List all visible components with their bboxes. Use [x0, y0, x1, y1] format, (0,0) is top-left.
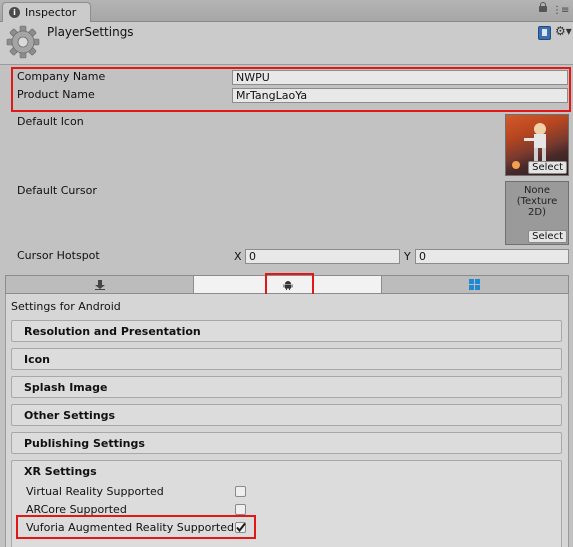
tab-inspector[interactable]: i Inspector — [2, 2, 91, 22]
section-splash[interactable]: Splash Image — [11, 376, 562, 398]
info-icon: i — [9, 7, 20, 18]
section-publishing-title: Publishing Settings — [24, 437, 145, 450]
company-name-label: Company Name — [17, 70, 106, 83]
default-icon-select-button[interactable]: Select — [528, 161, 567, 174]
window-tab-strip: i Inspector ⋮≡ — [0, 0, 573, 22]
tab-windows[interactable] — [382, 276, 568, 293]
hotspot-y-field[interactable]: 0 — [415, 249, 569, 264]
section-xr-title[interactable]: XR Settings — [24, 465, 97, 478]
tab-standalone[interactable] — [6, 276, 194, 293]
company-name-field[interactable]: NWPU — [232, 70, 568, 85]
section-other-title: Other Settings — [24, 409, 116, 422]
xr-option-vr-label: Virtual Reality Supported — [26, 485, 164, 498]
hotspot-y-label: Y — [404, 250, 411, 263]
xr-option-vr-checkbox[interactable] — [235, 486, 246, 497]
settings-panel: Settings for Android Resolution and Pres… — [5, 294, 569, 547]
cursor-hotspot-label: Cursor Hotspot — [17, 249, 100, 262]
default-icon-thumbnail[interactable]: Select — [505, 114, 569, 176]
inspector-header: PlayerSettings ⚙▾ — [0, 22, 573, 65]
windows-icon — [469, 279, 480, 290]
highlight-vuforia — [16, 515, 256, 539]
section-resolution[interactable]: Resolution and Presentation — [11, 320, 562, 342]
help-book-icon[interactable] — [538, 26, 551, 40]
product-name-field[interactable]: MrTangLaoYa — [232, 88, 568, 103]
tab-menu-icon[interactable]: ⋮≡ — [552, 5, 569, 16]
default-cursor-select-button[interactable]: Select — [528, 230, 567, 243]
cursor-none-text: None (Texture 2D) — [516, 185, 558, 218]
lock-icon[interactable] — [539, 2, 547, 12]
product-name-label: Product Name — [17, 88, 95, 101]
default-icon-label: Default Icon — [17, 115, 84, 128]
section-icon-title: Icon — [24, 353, 51, 366]
default-cursor-label: Default Cursor — [17, 184, 97, 197]
tab-inspector-label: Inspector — [25, 6, 77, 19]
section-other[interactable]: Other Settings — [11, 404, 562, 426]
section-publishing[interactable]: Publishing Settings — [11, 432, 562, 454]
default-cursor-thumbnail[interactable]: None (Texture 2D) Select — [505, 181, 569, 245]
settings-heading: Settings for Android — [11, 300, 121, 313]
hotspot-x-field[interactable]: 0 — [245, 249, 400, 264]
settings-gear-icon[interactable]: ⚙▾ — [555, 24, 572, 38]
xr-option-arcore-checkbox[interactable] — [235, 504, 246, 515]
section-splash-title: Splash Image — [24, 381, 108, 394]
download-icon — [95, 280, 105, 290]
page-title: PlayerSettings — [47, 25, 134, 39]
gear-icon — [6, 25, 40, 59]
hotspot-x-label: X — [234, 250, 242, 263]
section-resolution-title: Resolution and Presentation — [24, 325, 201, 338]
section-icon[interactable]: Icon — [11, 348, 562, 370]
